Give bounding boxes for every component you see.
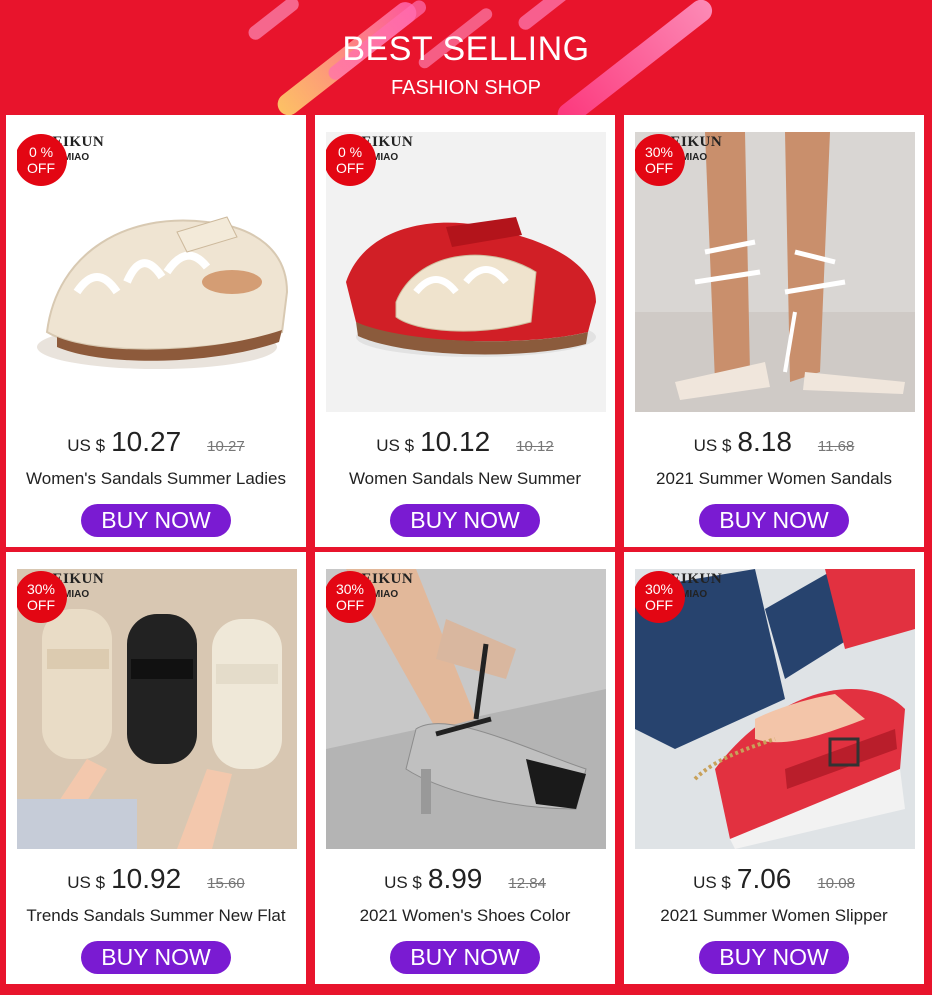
discount-badge: 30% OFF [635,569,687,625]
sale-price: 10.92 [111,863,182,894]
price-row: US $ 7.06 10.08 [624,863,924,895]
decor-streak [515,0,596,33]
discount-badge: 30% OFF [326,569,378,625]
original-price: 15.60 [207,875,245,892]
currency-label: US $ [384,873,422,892]
product-name[interactable]: 2021 Summer Women Sandals [624,469,924,489]
product-card[interactable]: WEIKUN MIAO 30% OFF US $ 8.99 12.84 2021 W… [315,552,615,984]
product-card[interactable]: WEIKUN MIAO 30% OFF US $ 10.92 15.60 Trend… [6,552,306,984]
currency-label: US $ [67,873,106,892]
product-image[interactable]: WEIKUN MIAO 30% OFF [17,569,297,849]
product-grid: WEIKUN MIAO 0 % OFF US $ 10.27 10.27 Women… [6,115,926,991]
sale-price: 7.06 [736,863,792,894]
price-row: US $ 10.92 15.60 [6,863,306,895]
discount-off: OFF [645,160,673,176]
original-price: 12.84 [508,875,546,892]
currency-label: US $ [376,436,415,455]
sale-price: 8.18 [737,426,792,457]
discount-off: OFF [336,160,364,176]
page-subtitle: FASHION SHOP [390,77,542,99]
product-name[interactable]: 2021 Summer Women Slipper [624,906,924,926]
buy-now-button[interactable]: BUY NOW [81,941,231,974]
brand-logo-sub: MIAO [681,152,708,163]
product-name[interactable]: 2021 Women's Shoes Color [315,906,615,926]
original-price: 10.27 [207,438,245,455]
currency-label: US $ [693,873,731,892]
page-title: BEST SELLING [342,30,590,68]
product-image[interactable]: WEIKUN MIAO 30% OFF [326,569,606,849]
product-name[interactable]: Women Sandals New Summer [315,469,615,489]
buy-now-button[interactable]: BUY NOW [699,941,849,974]
buy-now-button[interactable]: BUY NOW [81,504,231,537]
brand-logo-sub: MIAO [63,589,90,600]
discount-percent: 30% [644,581,674,597]
product-card[interactable]: WEIKUN MIAO 30% OFF US $ 8.18 11.68 2021 S… [624,115,924,547]
product-name[interactable]: Trends Sandals Summer New Flat [6,906,306,926]
product-card[interactable]: WEIKUN MIAO 30% OFF US $ 7.06 10.08 2021 S… [624,552,924,984]
discount-percent: 0 % [28,144,54,160]
original-price: 10.12 [516,438,554,455]
buy-now-button[interactable]: BUY NOW [699,504,849,537]
price-row: US $ 8.99 12.84 [315,863,615,895]
brand-logo-sub: MIAO [372,152,399,163]
sale-price: 10.27 [111,426,182,457]
currency-label: US $ [67,436,106,455]
buy-now-button[interactable]: BUY NOW [390,941,540,974]
discount-percent: 0 % [337,144,363,160]
discount-badge: 0 % OFF [326,132,378,188]
discount-badge: 0 % OFF [17,132,69,188]
discount-percent: 30% [335,581,365,597]
price-row: US $ 8.18 11.68 [624,426,924,458]
product-image[interactable]: WEIKUN MIAO 30% OFF [635,132,915,412]
discount-off: OFF [336,597,364,613]
sale-price: 10.12 [420,426,491,457]
discount-off: OFF [27,160,55,176]
product-card[interactable]: WEIKUN MIAO 0 % OFF US $ 10.12 10.12 Women… [315,115,615,547]
product-card[interactable]: WEIKUN MIAO 0 % OFF US $ 10.27 10.27 Women… [6,115,306,547]
price-row: US $ 10.12 10.12 [315,426,615,458]
discount-off: OFF [645,597,673,613]
brand-logo-sub: MIAO [63,152,90,163]
product-image[interactable]: WEIKUN MIAO 30% OFF [635,569,915,849]
header-banner: BEST SELLING FASHION SHOP [0,0,932,115]
product-name[interactable]: Women's Sandals Summer Ladies [6,469,306,489]
brand-logo-sub: MIAO [372,589,399,600]
product-image[interactable]: WEIKUN MIAO 0 % OFF [17,132,297,412]
discount-percent: 30% [644,144,674,160]
discount-badge: 30% OFF [635,132,687,188]
original-price: 10.08 [817,875,855,892]
original-price: 11.68 [817,438,855,455]
sale-price: 8.99 [427,863,483,894]
product-image[interactable]: WEIKUN MIAO 0 % OFF [326,132,606,412]
discount-percent: 30% [26,581,56,597]
discount-off: OFF [27,597,55,613]
discount-badge: 30% OFF [17,569,69,625]
brand-logo-sub: MIAO [681,589,708,600]
currency-label: US $ [693,436,732,455]
buy-now-button[interactable]: BUY NOW [390,504,540,537]
price-row: US $ 10.27 10.27 [6,426,306,458]
